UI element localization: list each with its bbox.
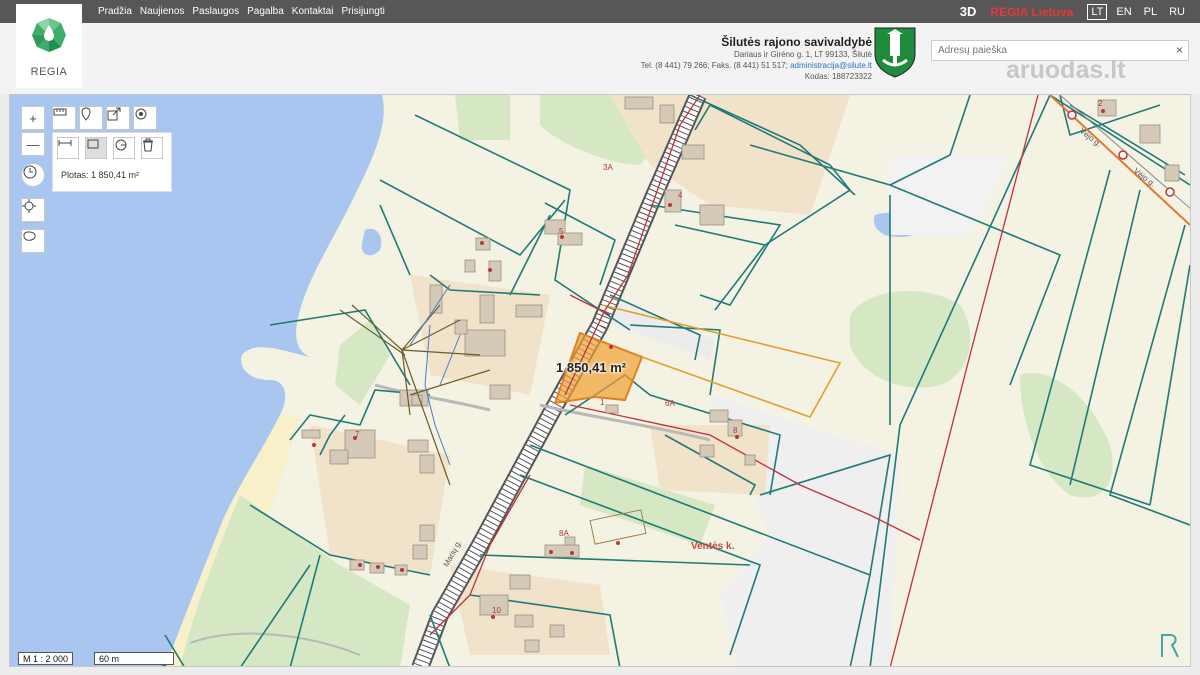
regia-lietuva-link[interactable]: REGIA Lietuva: [990, 5, 1073, 19]
top-navigation-bar: Pradžia Naujienos Paslaugos Pagalba Kont…: [0, 0, 1200, 23]
location-pin-button[interactable]: [79, 106, 103, 130]
search-clear-icon[interactable]: ×: [1176, 43, 1183, 57]
ruler-icon: [53, 108, 67, 116]
delete-measure-button[interactable]: [141, 137, 163, 159]
measured-area-label: 1 850,41 m²: [556, 360, 627, 375]
nav-services[interactable]: Paslaugos: [192, 0, 239, 23]
lang-lt[interactable]: LT: [1087, 3, 1108, 20]
meadow-f: [335, 320, 390, 405]
clock-icon: [23, 165, 37, 179]
plot-label-3a: 3A: [603, 163, 613, 172]
plot-label-10: 10: [492, 606, 501, 615]
zoom-in-button[interactable]: +: [21, 106, 45, 130]
trash-icon: [143, 138, 153, 152]
pin-icon: [81, 107, 91, 121]
coat-of-arms-icon: [874, 27, 916, 78]
road-gray: [539, 403, 711, 442]
measure-radius-button[interactable]: [113, 137, 135, 159]
lang-pl[interactable]: PL: [1141, 5, 1160, 19]
measure-area-button[interactable]: [85, 137, 107, 159]
lasso-icon: [23, 231, 36, 241]
regia-logo-icon: [32, 18, 66, 52]
measure-area-icon: [87, 139, 99, 149]
regia-logo-text: REGIA: [30, 66, 68, 78]
corner-logo-icon: [1161, 634, 1179, 658]
target-button[interactable]: [133, 106, 157, 130]
meadow-d: [1020, 373, 1113, 498]
village-label: Ventės k.: [691, 541, 735, 552]
pond-small: [361, 228, 382, 256]
plot-label-2: 2: [1098, 99, 1103, 108]
plot-label-8a: 8A: [559, 529, 569, 538]
municipality-contacts: Tel. (8 441) 79 266; Faks. (8 441) 51 51…: [641, 60, 872, 71]
header: REGIA Šilutės rajono savivaldybė Dariaus…: [0, 4, 1200, 94]
measure-distance-button[interactable]: [57, 137, 79, 159]
street-markers: [1067, 110, 1175, 197]
municipality-phones: Tel. (8 441) 79 266; Faks. (8 441) 51 51…: [640, 61, 788, 70]
main-nav: Pradžia Naujienos Paslaugos Pagalba Kont…: [98, 0, 393, 23]
map-canvas[interactable]: 1 850,41 m² Ventės k. 3A 4 5 6A 7 8 8A 1…: [9, 94, 1191, 667]
road-gray-b: [374, 383, 491, 412]
meadow-c: [850, 291, 971, 388]
plot-label-7: 7: [355, 430, 360, 439]
municipality-info: Šilutės rajono savivaldybė Dariaus ir Gi…: [641, 35, 872, 82]
plot-label-4: 4: [678, 191, 683, 200]
history-button[interactable]: [21, 163, 45, 187]
municipality-email[interactable]: administracija@silute.lt: [790, 61, 872, 70]
ruler-tool-button[interactable]: [52, 106, 76, 130]
lang-en[interactable]: EN: [1113, 5, 1134, 19]
meadow-a: [455, 95, 510, 140]
watermark: aruodas.lt: [1006, 56, 1126, 84]
plot-label-5: 5: [559, 227, 564, 236]
plot-label-1: 1: [600, 398, 605, 407]
measure-result: Plotas: 1 850,41 m²: [61, 170, 140, 180]
measure-distance-icon: [58, 140, 72, 146]
measure-panel: Plotas: 1 850,41 m²: [52, 132, 172, 192]
nav-home[interactable]: Pradžia: [98, 0, 132, 23]
nav-news[interactable]: Naujienos: [140, 0, 184, 23]
region-select-button[interactable]: [21, 229, 45, 253]
scale-ratio: M 1 : 2 000: [18, 652, 74, 665]
plot-label-8: 8: [733, 426, 738, 435]
nav-help[interactable]: Pagalba: [247, 0, 284, 23]
municipality-code: Kodas: 188723322: [804, 72, 872, 81]
residential-b: [310, 425, 450, 575]
share-icon: [107, 107, 121, 121]
target-icon: [135, 108, 147, 120]
plot-label-6a: 6A: [665, 399, 675, 408]
top-right-controls: 3D REGIA Lietuva LT EN PL RU: [960, 0, 1188, 23]
crosshair-icon: [22, 199, 36, 213]
locate-me-button[interactable]: [21, 198, 45, 222]
radius-icon: [115, 139, 127, 151]
nav-login[interactable]: Prisijungti: [342, 0, 385, 23]
nav-contacts[interactable]: Kontaktai: [292, 0, 334, 23]
export-button[interactable]: [106, 106, 130, 130]
3d-button[interactable]: 3D: [960, 4, 977, 19]
map-svg: [10, 95, 1190, 666]
municipality-name: Šilutės rajono savivaldybė: [721, 35, 872, 49]
lang-ru[interactable]: RU: [1166, 5, 1188, 19]
scale-bar: 60 m: [94, 652, 174, 665]
zoom-out-button[interactable]: —: [21, 132, 45, 156]
municipality-address: Dariaus ir Girėno g. 1, LT 99133, Šilutė: [734, 50, 872, 59]
